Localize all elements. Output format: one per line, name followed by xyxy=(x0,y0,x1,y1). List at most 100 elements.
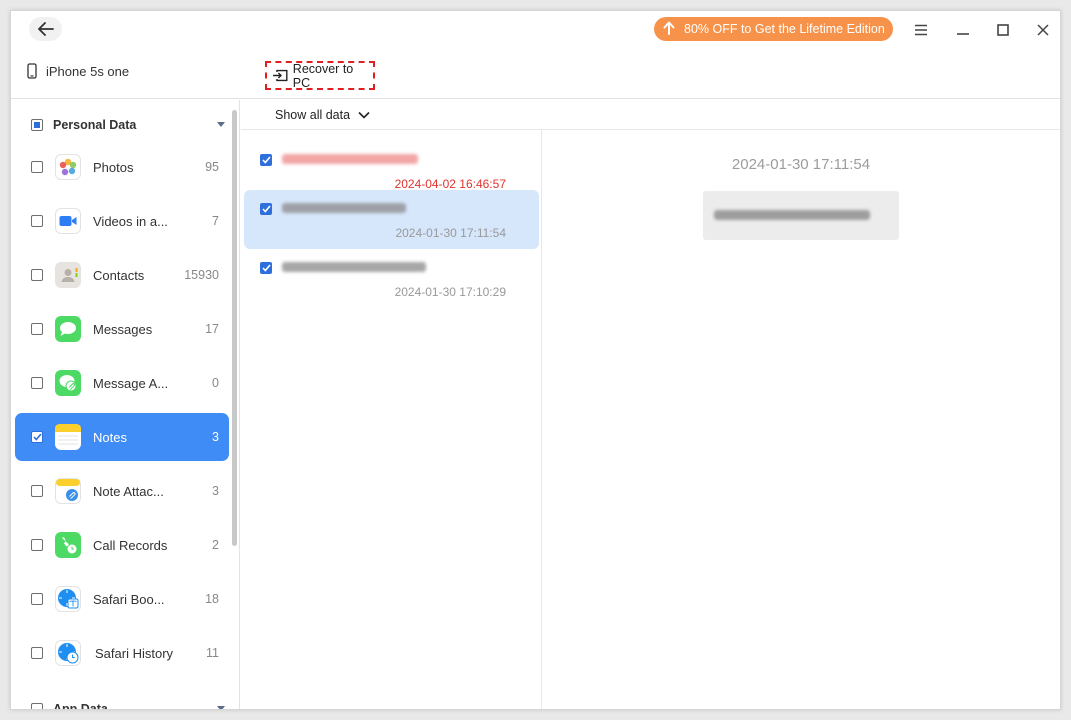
show-all-data-dropdown[interactable]: Show all data xyxy=(275,108,370,122)
menu-button[interactable] xyxy=(910,19,932,41)
item-label: Videos in a... xyxy=(93,213,168,229)
note-checkbox[interactable] xyxy=(260,262,272,274)
item-checkbox[interactable] xyxy=(31,269,43,281)
sidebar-item-notes[interactable]: Notes 3 xyxy=(15,413,229,461)
personal-data-checkbox[interactable] xyxy=(31,119,43,131)
minimize-icon xyxy=(957,33,969,35)
checkmark-icon xyxy=(261,264,271,272)
item-count: 15930 xyxy=(184,268,219,282)
maximize-button[interactable] xyxy=(992,19,1014,41)
note-content-bubble xyxy=(703,191,899,240)
sidebar-item-videos[interactable]: Videos in a... 7 xyxy=(15,197,229,245)
device-name: iPhone 5s one xyxy=(46,63,130,79)
item-count: 11 xyxy=(206,646,219,660)
messages-icon xyxy=(55,316,81,342)
item-count: 17 xyxy=(205,322,219,336)
export-icon xyxy=(272,69,288,82)
sidebar: Personal Data Photos 95 Videos in a... 7… xyxy=(11,100,240,710)
hamburger-menu-icon xyxy=(915,24,927,36)
group-personal-data[interactable]: Personal Data xyxy=(11,110,231,140)
item-checkbox[interactable] xyxy=(31,377,43,389)
device-selector[interactable]: iPhone 5s one xyxy=(27,63,129,79)
checkmark-icon xyxy=(261,205,271,213)
item-checkbox[interactable] xyxy=(31,647,43,659)
note-time: 2024-04-02 16:46:57 xyxy=(394,177,506,191)
item-checkbox[interactable] xyxy=(31,431,43,443)
message-attachments-icon xyxy=(55,370,81,396)
filter-label: Show all data xyxy=(275,108,351,122)
item-checkbox[interactable] xyxy=(31,161,43,173)
detail-timestamp: 2024-01-30 17:11:54 xyxy=(731,156,871,173)
app-window: 80% OFF to Get the Lifetime Edition iPho… xyxy=(10,10,1061,710)
sidebar-item-call-records[interactable]: Call Records 2 xyxy=(15,521,229,569)
item-label: Safari Boo... xyxy=(93,591,165,607)
item-count: 95 xyxy=(205,160,219,174)
videos-icon xyxy=(55,208,81,234)
item-checkbox[interactable] xyxy=(31,485,43,497)
item-label: Messages xyxy=(93,321,153,337)
item-count: 0 xyxy=(212,376,219,390)
sidebar-item-safari-history[interactable]: Safari History 11 xyxy=(15,629,229,677)
sidebar-item-photos[interactable]: Photos 95 xyxy=(15,143,229,191)
safari-bookmarks-icon xyxy=(55,586,81,612)
item-count: 2 xyxy=(212,538,219,552)
title-bar: 80% OFF to Get the Lifetime Edition iPho… xyxy=(11,11,1060,99)
close-button[interactable] xyxy=(1032,19,1054,41)
phone-icon xyxy=(27,63,37,79)
sidebar-item-message-attachments[interactable]: Message A... 0 xyxy=(15,359,229,407)
item-label: Message A... xyxy=(93,375,169,391)
note-title-redacted xyxy=(282,154,418,164)
group-app-data[interactable]: App Data xyxy=(11,694,231,710)
item-checkbox[interactable] xyxy=(31,593,43,605)
item-label: Notes xyxy=(93,429,127,445)
chevron-down-icon[interactable] xyxy=(217,706,225,709)
recover-to-pc-button[interactable]: Recover to PC xyxy=(265,61,375,90)
divider xyxy=(541,130,542,709)
sidebar-item-note-attachments[interactable]: Note Attac... 3 xyxy=(15,467,229,515)
arrow-up-icon xyxy=(663,21,675,35)
note-attachments-icon xyxy=(55,478,81,504)
note-item[interactable]: 2024-01-30 17:11:54 xyxy=(244,190,539,249)
maximize-icon xyxy=(997,24,1009,36)
item-label: Note Attac... xyxy=(93,483,164,499)
chevron-down-icon xyxy=(358,111,370,119)
sidebar-scrollbar[interactable] xyxy=(232,110,237,546)
note-time: 2024-01-30 17:10:29 xyxy=(394,285,506,299)
note-content-redacted xyxy=(714,210,870,220)
note-title-redacted xyxy=(282,203,406,213)
app-data-checkbox[interactable] xyxy=(31,703,43,709)
item-label: Photos xyxy=(93,159,134,175)
note-title-redacted xyxy=(282,262,426,272)
note-item[interactable]: 2024-01-30 17:10:29 xyxy=(244,249,539,308)
item-checkbox[interactable] xyxy=(31,539,43,551)
safari-history-icon xyxy=(55,640,81,666)
item-checkbox[interactable] xyxy=(31,215,43,227)
checkmark-icon xyxy=(32,433,42,441)
note-time: 2024-01-30 17:11:54 xyxy=(395,226,506,240)
item-checkbox[interactable] xyxy=(31,323,43,335)
item-count: 18 xyxy=(205,592,219,606)
group-label: App Data xyxy=(53,702,108,710)
back-button[interactable] xyxy=(29,17,62,41)
item-count: 3 xyxy=(212,430,219,444)
item-label: Safari History xyxy=(95,645,174,661)
checkmark-icon xyxy=(261,156,271,164)
promo-button[interactable]: 80% OFF to Get the Lifetime Edition xyxy=(654,17,893,41)
item-label: Contacts xyxy=(93,267,145,283)
sidebar-item-safari-bookmarks[interactable]: Safari Boo... 18 xyxy=(15,575,229,623)
group-label: Personal Data xyxy=(53,118,137,132)
note-checkbox[interactable] xyxy=(260,203,272,215)
sidebar-item-contacts[interactable]: Contacts 15930 xyxy=(15,251,229,299)
note-checkbox[interactable] xyxy=(260,154,272,166)
close-icon xyxy=(1037,24,1049,36)
photos-icon xyxy=(55,154,81,180)
divider xyxy=(241,129,1060,130)
item-count: 7 xyxy=(212,214,219,228)
contacts-icon xyxy=(55,262,81,288)
item-count: 3 xyxy=(212,484,219,498)
chevron-down-icon[interactable] xyxy=(217,122,225,127)
sidebar-item-messages[interactable]: Messages 17 xyxy=(15,305,229,353)
item-label: Call Records xyxy=(93,537,168,553)
minimize-button[interactable] xyxy=(952,19,974,41)
promo-label: 80% OFF to Get the Lifetime Edition xyxy=(684,22,885,36)
